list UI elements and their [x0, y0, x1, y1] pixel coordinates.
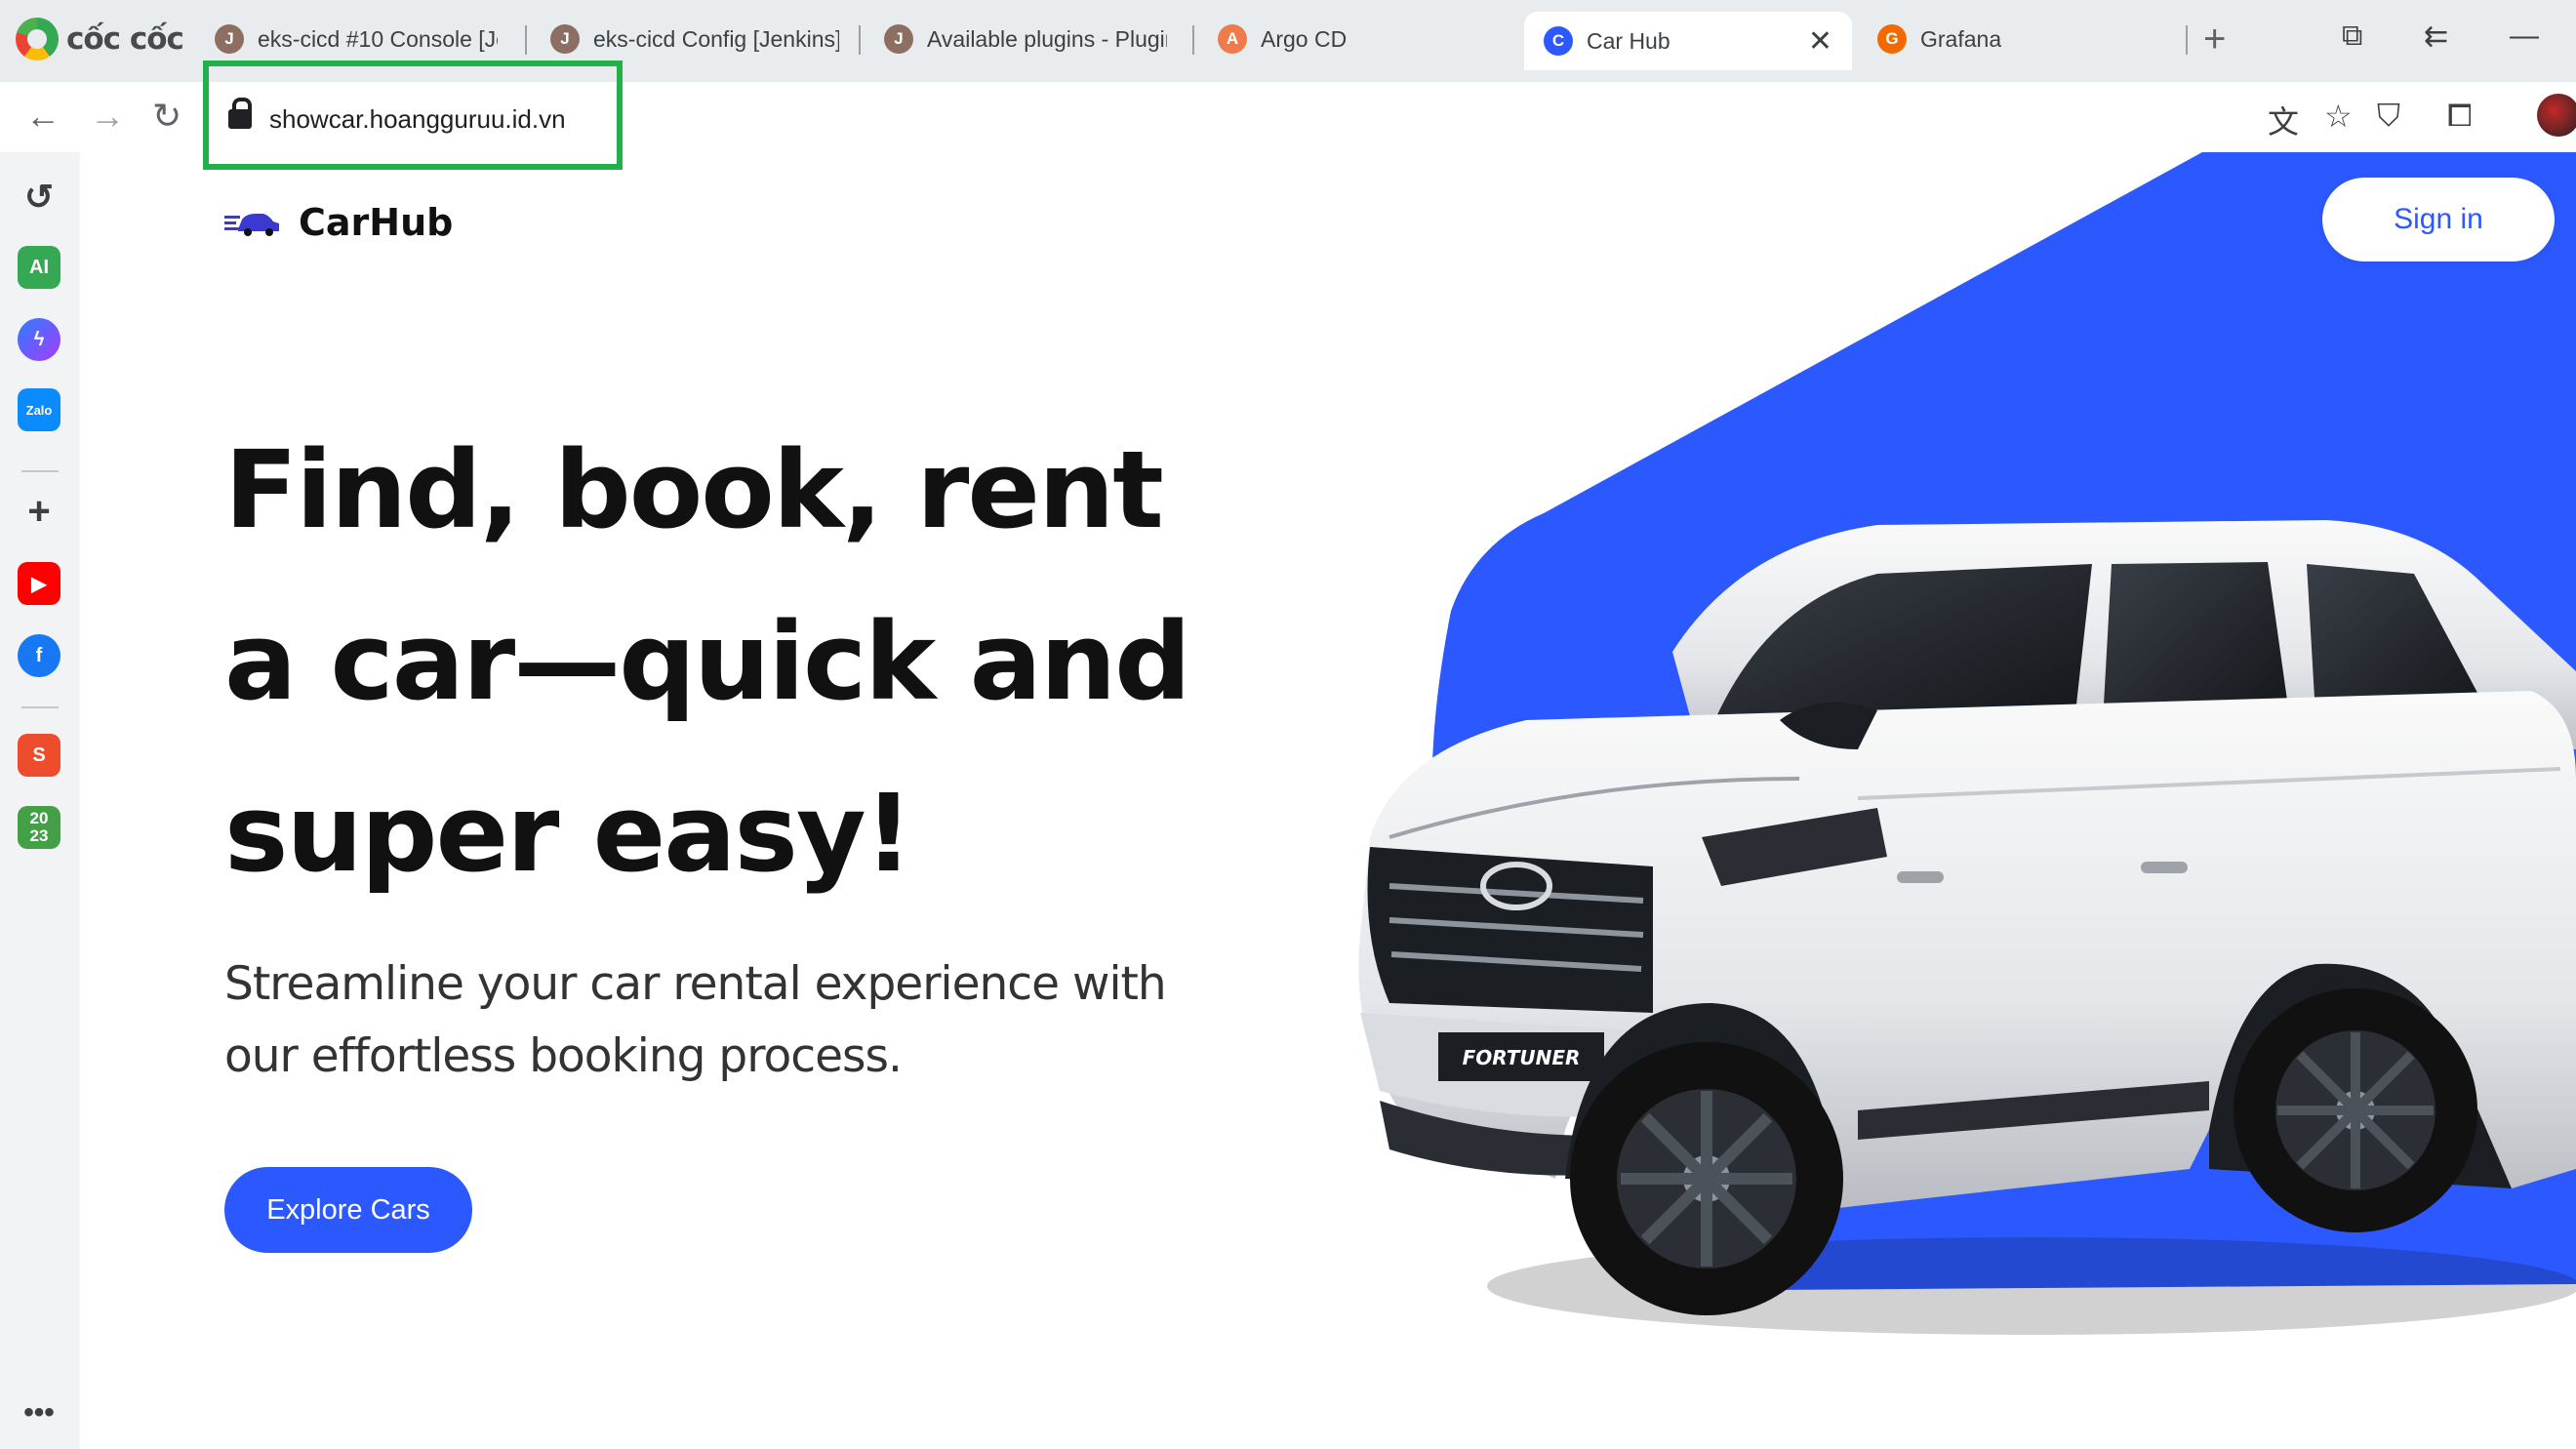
tab-available-plugins[interactable]: J Available plugins - Plugir: [865, 12, 1187, 66]
hero-line-2: a car—quick and: [224, 599, 1191, 724]
tab-argo-cd[interactable]: A Argo CD: [1198, 12, 1510, 66]
hero-subtitle: Streamline your car rental experience wi…: [224, 948, 1298, 1093]
sidebar-divider: [21, 706, 59, 708]
jenkins-icon: J: [550, 24, 580, 54]
sign-in-button[interactable]: Sign in: [2322, 178, 2555, 262]
tab-separator: [1192, 25, 1194, 55]
tab-eks-console[interactable]: J eks-cicd #10 Console [Jer: [195, 12, 517, 66]
shopee-icon[interactable]: S: [18, 734, 60, 777]
more-icon[interactable]: •••: [18, 1391, 60, 1434]
calendar-label-top: 20: [29, 809, 49, 827]
rear-wheel: [2234, 988, 2477, 1232]
tab-eks-config[interactable]: J eks-cicd Config [Jenkins]: [531, 12, 859, 66]
messenger-icon[interactable]: ϟ: [18, 318, 60, 361]
calendar-label-bottom: 23: [29, 826, 49, 845]
extensions-icon[interactable]: ⧠: [2447, 98, 2473, 135]
hero-line-1: Find, book, rent: [224, 427, 1164, 552]
ai-icon[interactable]: AI: [18, 246, 60, 289]
address-highlight-box: [203, 60, 623, 170]
carhub-icon: C: [1544, 26, 1573, 56]
ai-label: AI: [29, 256, 49, 278]
hero-line-3: super easy!: [224, 771, 913, 896]
front-wheel: [1570, 1042, 1843, 1315]
add-icon[interactable]: +: [18, 490, 60, 533]
browser-brand: cốc cốc: [66, 21, 184, 57]
jenkins-icon: J: [884, 24, 913, 54]
back-icon[interactable]: ←: [25, 96, 60, 137]
hero-title: Find, book, rent a car—quick and super e…: [224, 404, 1347, 919]
coccoc-logo-icon: [16, 18, 59, 60]
sidebar-divider: [21, 470, 59, 472]
close-icon[interactable]: ✕: [1808, 24, 1832, 59]
tab-car-hub[interactable]: C Car Hub ✕: [1524, 12, 1852, 70]
carhub-page: CarHub Sign in Find, book, rent a car—qu…: [80, 152, 2576, 1449]
restore-icon[interactable]: ⇇: [2424, 20, 2448, 54]
facebook-icon[interactable]: f: [18, 634, 60, 677]
grafana-icon: G: [1877, 24, 1907, 54]
search-tabs-icon[interactable]: ⧉: [2342, 20, 2362, 53]
carhub-logo-icon: [224, 214, 279, 236]
suv-car-image: FORTUNER: [1358, 520, 2576, 1335]
argo-icon: A: [1218, 24, 1247, 54]
carhub-logo[interactable]: CarHub: [224, 201, 453, 244]
calendar-2023-icon[interactable]: 20 23: [18, 806, 60, 849]
avatar[interactable]: [2537, 94, 2576, 137]
coccoc-logo: cốc cốc: [16, 14, 184, 64]
subtitle-line-1: Streamline your car rental experience wi…: [224, 957, 1167, 1011]
explore-cars-button[interactable]: Explore Cars: [224, 1167, 472, 1253]
tab-separator: [859, 25, 861, 55]
minimize-icon[interactable]: —: [2510, 20, 2539, 53]
translate-icon[interactable]: 文: [2268, 98, 2299, 142]
tab-separator: [525, 25, 527, 55]
browser-sidebar: ↺ AI ϟ Zalo + ▶ f S 20 23 •••: [0, 152, 80, 1449]
new-tab-button[interactable]: +: [2203, 18, 2226, 61]
tab-grafana[interactable]: G Grafana: [1858, 12, 2180, 66]
zalo-label: Zalo: [25, 402, 53, 418]
zalo-icon[interactable]: Zalo: [18, 388, 60, 431]
shopee-label: S: [32, 744, 46, 766]
reload-icon[interactable]: ↻: [152, 96, 181, 137]
tab-separator: [2186, 25, 2188, 55]
youtube-icon[interactable]: ▶: [18, 562, 60, 605]
shield-icon[interactable]: ⛉: [2377, 98, 2400, 135]
subtitle-line-2: our effortless booking process.: [224, 1029, 903, 1083]
star-icon[interactable]: ☆: [2324, 98, 2353, 135]
forward-icon[interactable]: →: [90, 96, 125, 137]
history-icon[interactable]: ↺: [18, 176, 60, 219]
car-plate-text: FORTUNER: [1463, 1046, 1581, 1069]
brand-name: CarHub: [299, 201, 454, 244]
jenkins-icon: J: [215, 24, 244, 54]
